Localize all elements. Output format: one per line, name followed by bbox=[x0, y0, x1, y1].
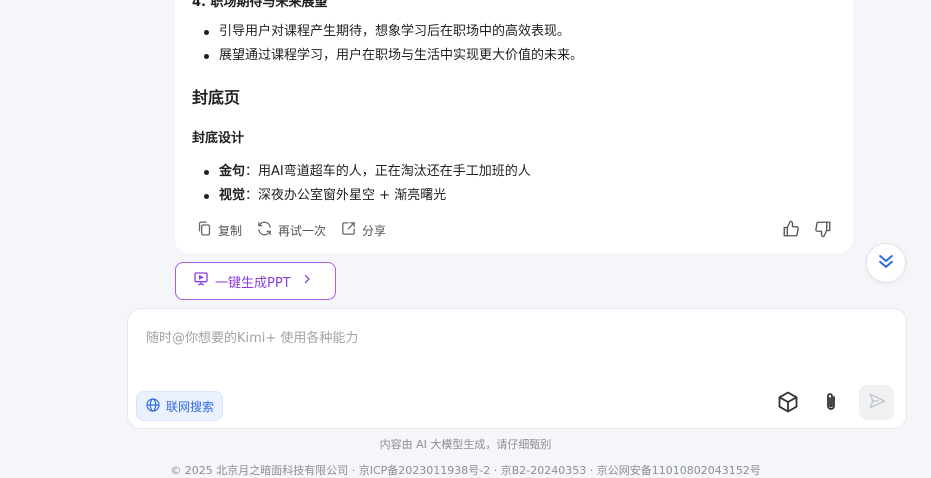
ai-disclaimer: 内容由 AI 大模型生成，请仔细甄别 bbox=[379, 438, 552, 451]
bullet-text: 用AI弯道超车的人，正在淘汰还在手工加班的人 bbox=[258, 164, 531, 179]
partial-heading: 4. 职场期待与未来展望 bbox=[192, 0, 328, 10]
scroll-to-bottom-button[interactable] bbox=[866, 243, 906, 283]
bullet-list-top: 引导用户对课程产生期待，想象学习后在职场中的高效表现。 展望通过课程学习，用户在… bbox=[192, 20, 583, 68]
generate-ppt-button[interactable]: 一键生成PPT bbox=[175, 262, 336, 300]
thumbs-up-icon bbox=[782, 220, 800, 242]
bullet-list-bottom: 金句：用AI弯道超车的人，正在淘汰还在手工加班的人 视觉：深夜办公室窗外星空 +… bbox=[192, 160, 531, 208]
bullet-label: 金句 bbox=[219, 164, 246, 179]
generate-ppt-label: 一键生成PPT bbox=[215, 275, 291, 291]
footer-copyright: © 2025 北京月之暗面科技有限公司 · 京ICP备2023011938号-2… bbox=[170, 464, 761, 477]
bullet-text: 深夜办公室窗外星空 + 渐亮曙光 bbox=[258, 188, 447, 203]
share-icon bbox=[340, 220, 357, 240]
chevron-right-icon bbox=[301, 273, 313, 289]
retry-label: 再试一次 bbox=[278, 223, 327, 238]
chevrons-down-icon bbox=[876, 251, 896, 275]
refresh-icon bbox=[256, 220, 273, 240]
send-icon bbox=[867, 391, 887, 415]
subsection-title: 封底设计 bbox=[192, 131, 245, 146]
globe-icon bbox=[145, 397, 161, 416]
chat-input[interactable] bbox=[144, 325, 888, 379]
list-item: 展望通过课程学习，用户在职场与生活中实现更大价值的未来。 bbox=[192, 44, 583, 68]
retry-button[interactable]: 再试一次 bbox=[256, 220, 326, 240]
message-actions: 复制 再试一次 分享 bbox=[196, 220, 386, 240]
section-title: 封底页 bbox=[192, 88, 241, 107]
chat-input-box: 联网搜索 bbox=[127, 308, 907, 429]
attach-button[interactable] bbox=[816, 389, 846, 419]
thumbs-up-button[interactable] bbox=[782, 220, 802, 240]
web-search-label: 联网搜索 bbox=[166, 399, 215, 414]
list-item: 引导用户对课程产生期待，想象学习后在职场中的高效表现。 bbox=[192, 20, 583, 44]
presentation-icon bbox=[193, 271, 209, 291]
share-label: 分享 bbox=[362, 223, 387, 238]
copy-label: 复制 bbox=[218, 223, 243, 238]
kimi-plus-button[interactable] bbox=[773, 389, 803, 419]
thumbs-down-icon bbox=[814, 221, 832, 242]
bullet-label: 视觉 bbox=[219, 188, 246, 203]
list-item: 金句：用AI弯道超车的人，正在淘汰还在手工加班的人 bbox=[192, 160, 531, 184]
copy-icon bbox=[196, 220, 213, 240]
send-button[interactable] bbox=[859, 385, 894, 420]
copy-button[interactable]: 复制 bbox=[196, 220, 242, 240]
list-item: 视觉：深夜办公室窗外星空 + 渐亮曙光 bbox=[192, 184, 531, 208]
web-search-toggle[interactable]: 联网搜索 bbox=[136, 391, 224, 421]
paperclip-icon bbox=[819, 390, 843, 418]
bullet-separator: ： bbox=[245, 164, 259, 179]
cube-icon bbox=[776, 390, 800, 418]
thumbs-down-button[interactable] bbox=[814, 220, 834, 240]
bullet-separator: ： bbox=[245, 188, 259, 203]
share-button[interactable]: 分享 bbox=[340, 220, 386, 240]
